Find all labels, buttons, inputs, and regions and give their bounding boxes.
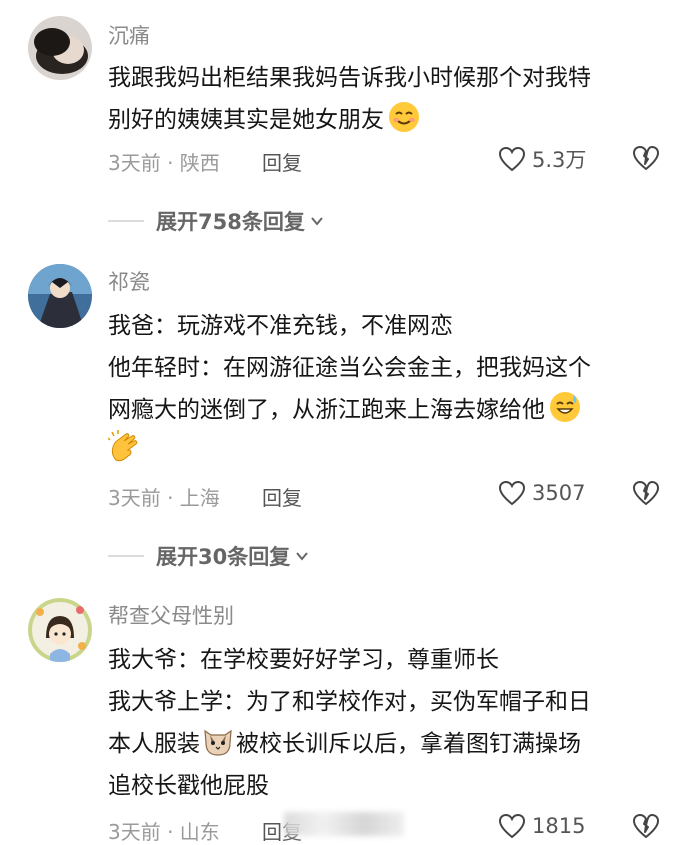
comment-text-line bbox=[107, 430, 140, 464]
divider bbox=[108, 220, 144, 222]
username[interactable]: 祁瓷 bbox=[108, 266, 150, 296]
dislike-button[interactable] bbox=[632, 145, 660, 175]
comment-text-line: 本人服装 被校长训斥以后，拿着图钉满操场 bbox=[108, 724, 581, 758]
expand-replies-button[interactable]: 展开30条回复 bbox=[108, 541, 310, 571]
comment-text: 本人服装 bbox=[108, 731, 200, 757]
heart-icon bbox=[498, 146, 526, 172]
comment-text: 被校长训斥以后，拿着图钉满操场 bbox=[236, 731, 581, 757]
watermark-blur bbox=[284, 812, 404, 836]
username[interactable]: 帮查父母性别 bbox=[108, 600, 234, 630]
time-location: 3天前 · 上海 bbox=[108, 486, 220, 510]
time-location: 3天前 · 陕西 bbox=[108, 151, 220, 175]
heart-icon bbox=[498, 813, 526, 839]
avatar[interactable] bbox=[28, 598, 92, 662]
like-button[interactable]: 5.3万 bbox=[498, 144, 586, 174]
chevron-down-icon bbox=[296, 552, 309, 561]
like-count: 3507 bbox=[532, 481, 586, 505]
comment-text-line: 别好的姨姨其实是她女朋友 bbox=[108, 100, 420, 134]
reply-button[interactable]: 回复 bbox=[262, 482, 302, 511]
comment-text-line: 我爸：玩游戏不准充钱，不准网恋 bbox=[108, 313, 453, 339]
clapping-hands-emoji bbox=[107, 430, 140, 462]
dislike-button[interactable] bbox=[632, 480, 660, 510]
avatar[interactable] bbox=[28, 264, 92, 328]
like-count: 5.3万 bbox=[532, 148, 587, 172]
comment-text: 网瘾大的迷倒了，从浙江跑来上海去嫁给他 bbox=[108, 397, 545, 423]
comment-text-line: 他年轻时：在网游征途当公会金主，把我妈这个 bbox=[108, 355, 591, 381]
chevron-down-icon bbox=[311, 217, 323, 226]
avatar[interactable] bbox=[28, 16, 92, 80]
heart-icon bbox=[498, 480, 526, 506]
comment-text-line: 我大爷上学：为了和学校作对，买伪军帽子和日 bbox=[108, 689, 591, 715]
smiling-face-emoji bbox=[388, 101, 420, 133]
expand-replies-label: 展开758条回复 bbox=[156, 210, 305, 234]
like-count: 1815 bbox=[532, 814, 586, 838]
comment-text: 别好的姨姨其实是她女朋友 bbox=[108, 107, 384, 133]
time-location: 3天前 · 山东 bbox=[108, 820, 220, 844]
broken-heart-icon bbox=[633, 481, 659, 505]
expand-replies-label: 展开30条回复 bbox=[156, 545, 291, 569]
like-button[interactable]: 1815 bbox=[498, 813, 585, 839]
broken-heart-icon bbox=[633, 814, 659, 838]
cat-face-emoji bbox=[202, 725, 234, 757]
comment-text-line: 追校长戳他屁股 bbox=[108, 773, 269, 799]
expand-replies-button[interactable]: 展开758条回复 bbox=[108, 206, 325, 236]
divider bbox=[108, 555, 144, 557]
username[interactable]: 沉痛 bbox=[108, 20, 150, 50]
reply-button[interactable]: 回复 bbox=[262, 147, 302, 176]
comment-text-line: 网瘾大的迷倒了，从浙江跑来上海去嫁给他 bbox=[108, 390, 581, 424]
broken-heart-icon bbox=[633, 146, 659, 170]
like-button[interactable]: 3507 bbox=[498, 480, 585, 506]
comment-text-line: 我大爷：在学校要好好学习，尊重师长 bbox=[108, 647, 499, 673]
comment-text-line: 我跟我妈出柜结果我妈告诉我小时候那个对我特 bbox=[108, 65, 591, 91]
sweat-smile-emoji bbox=[549, 391, 581, 423]
